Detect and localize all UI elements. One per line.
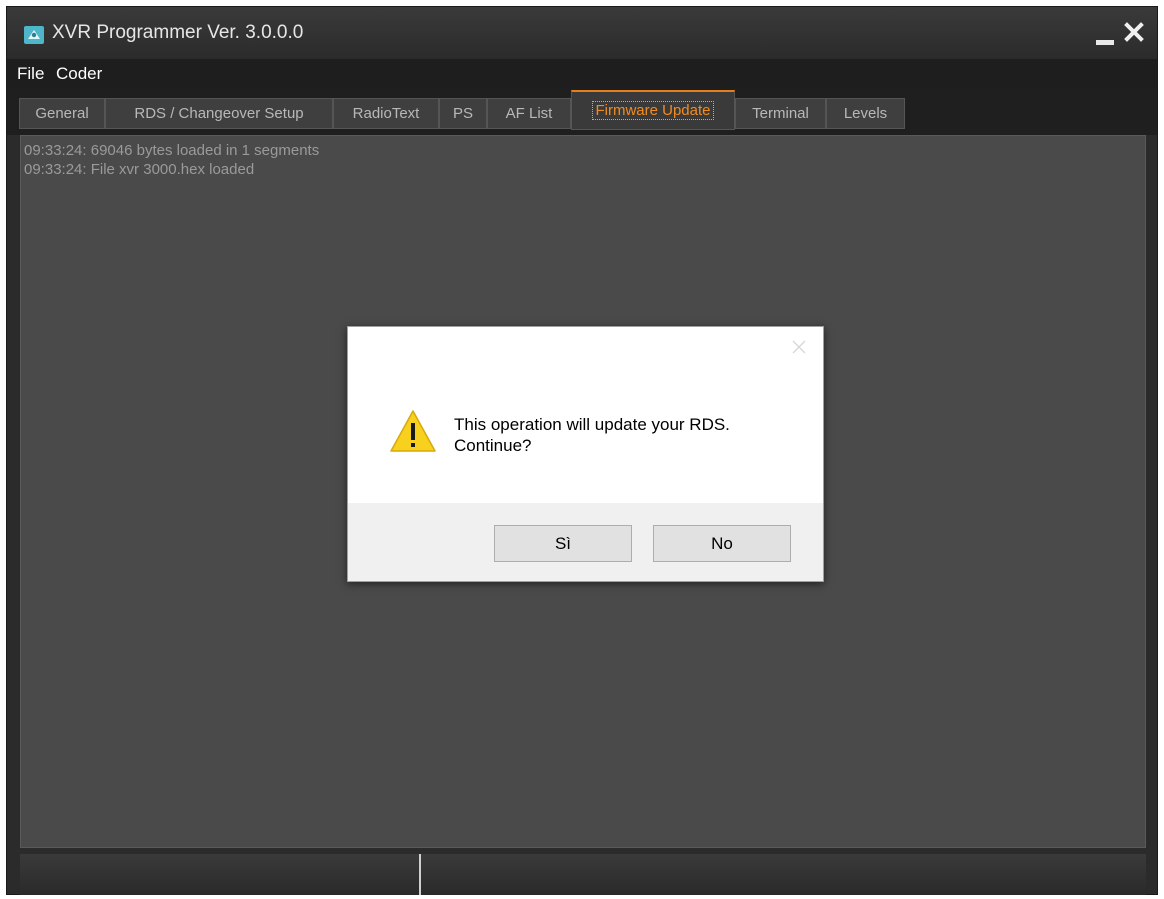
dialog-message: This operation will update your RDS. Con…	[454, 414, 730, 456]
tab-general[interactable]: General	[19, 98, 105, 129]
dialog-message-line: This operation will update your RDS.	[454, 415, 730, 434]
status-divider	[419, 854, 421, 895]
confirm-dialog: This operation will update your RDS. Con…	[347, 326, 824, 582]
close-icon[interactable]	[1122, 20, 1146, 44]
tab-ps[interactable]: PS	[439, 98, 487, 129]
title-bar[interactable]: XVR Programmer Ver. 3.0.0.0	[7, 7, 1157, 59]
tab-label: Levels	[843, 105, 888, 122]
log-line: 09:33:24: 69046 bytes loaded in 1 segmen…	[24, 142, 320, 159]
tab-firmware-update[interactable]: Firmware Update	[571, 90, 735, 130]
menu-coder[interactable]: Coder	[56, 64, 102, 84]
tab-label: PS	[452, 105, 473, 122]
warning-icon	[390, 410, 436, 452]
tab-rds-changeover-setup[interactable]: RDS / Changeover Setup	[105, 98, 333, 129]
minimize-icon[interactable]	[1096, 40, 1114, 45]
yes-button[interactable]: Sì	[494, 525, 632, 562]
tab-label: General	[35, 105, 89, 122]
tab-terminal[interactable]: Terminal	[735, 98, 826, 129]
menu-file[interactable]: File	[17, 64, 44, 84]
tab-label: AF List	[505, 105, 553, 122]
status-bar	[20, 854, 1146, 895]
tab-label: RadioText	[352, 105, 420, 122]
tab-af-list[interactable]: AF List	[487, 98, 571, 129]
tab-bar: General RDS / Changeover Setup RadioText…	[7, 88, 1157, 135]
window-title: XVR Programmer Ver. 3.0.0.0	[52, 22, 304, 43]
tab-label: Terminal	[752, 105, 809, 122]
tab-levels[interactable]: Levels	[826, 98, 905, 129]
app-logo-icon	[24, 26, 44, 44]
dialog-close-icon[interactable]	[791, 339, 807, 355]
log-line: 09:33:24: File xvr 3000.hex loaded	[24, 161, 255, 178]
tab-label: Firmware Update	[592, 101, 714, 120]
dialog-message-line: Continue?	[454, 436, 532, 455]
tab-radiotext[interactable]: RadioText	[333, 98, 439, 129]
tab-label: RDS / Changeover Setup	[134, 105, 304, 122]
no-button[interactable]: No	[653, 525, 791, 562]
menu-bar: File Coder	[7, 59, 1157, 88]
